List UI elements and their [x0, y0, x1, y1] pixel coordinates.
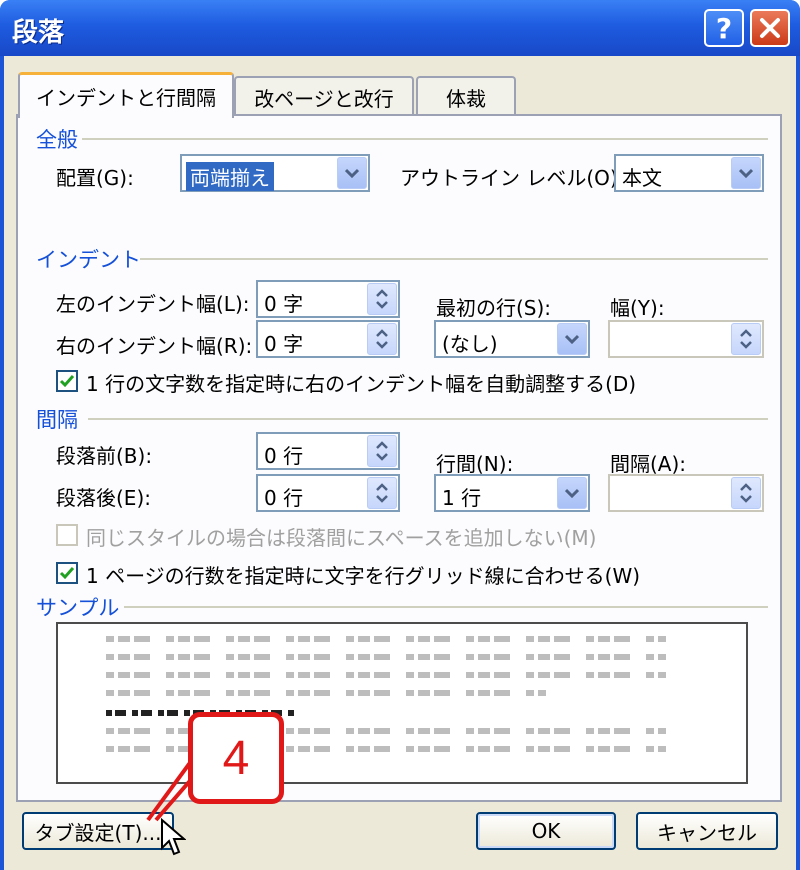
mouse-pointer-icon	[161, 818, 186, 856]
step-number: 4	[222, 731, 250, 785]
step-number-callout: 4	[188, 712, 284, 804]
callout-pointer	[146, 758, 210, 822]
paragraph-dialog: 段落 ? インデントと行間隔 改ページと改行 体裁 全般 配置(G): 両端揃え	[0, 0, 800, 870]
